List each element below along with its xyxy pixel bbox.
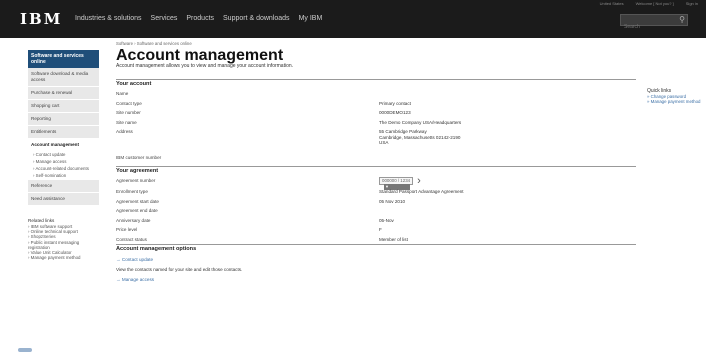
utility-link-country[interactable]: United States [600,0,624,9]
agreement-number-control: 000000 / 1234 ▼ › [379,176,421,190]
sidebar-subitem-contact-update[interactable]: › Contact update [28,152,99,159]
search-input[interactable] [621,22,687,32]
field-label: Agreement start date [116,198,159,204]
scroll-indicator [18,348,32,352]
field-row: Anniversary date 05-Nov [116,218,636,224]
nav-products[interactable]: Products [186,14,214,24]
field-row: Contact type Primary contact [116,101,636,107]
account-options-section: Account management options → Contact upd… [116,244,636,283]
field-value: Member of list [379,236,408,242]
ibm-logo[interactable]: IBM [20,11,62,27]
field-value: 0000DEMO123 [379,110,411,115]
sidebar-item-purchase[interactable]: Purchase & renewal [28,87,99,100]
section-title-your-account: Your account [116,79,636,88]
field-row: Address 55 Cambridge Parkway Cambridge, … [116,129,636,146]
main-content: Software › Software and services online … [116,40,636,283]
sidebar-item-need-assistance[interactable]: Need assistance [28,193,99,206]
sidebar-item-reporting[interactable]: Reporting [28,113,99,126]
field-label: Name [116,91,129,96]
field-row: Agreement start date 05 Nov 2010 [116,199,636,205]
related-link[interactable]: › Public instant messaging registration [28,240,99,250]
field-label: Agreement number [116,178,156,184]
sidebar-item-software-download[interactable]: Software download & media access [28,68,99,87]
sidebar-item-shopping-cart[interactable]: Shopping cart [28,100,99,113]
field-row: Contract status Member of list [116,237,636,243]
address-line: Cambridge, Massachusetts 02142-2190 [379,134,461,140]
field-value: The Demo Company USA/Headquarters [379,119,462,125]
page-title: Account management [116,47,284,64]
sidebar-subitem-self-nomination[interactable]: › Self-nomination [28,173,99,180]
agreement-number-select[interactable]: 000000 / 1234 ▼ [379,177,414,190]
field-row: Site number 0000DEMO123 [116,110,636,116]
go-arrow-icon[interactable]: › [417,176,421,187]
field-label: IBM customer number [116,154,162,160]
field-value: 05-Nov [379,217,394,223]
sidebar: Software and services online Software do… [28,50,99,260]
your-agreement-section: Your agreement Agreement number 000000 /… [116,166,636,242]
sidebar-subitem-documents[interactable]: › Account-related documents [28,166,99,173]
utility-link-signin[interactable]: Sign in [686,0,698,9]
field-row: Enrollment type Standard Passport Advant… [116,189,636,195]
field-row: Site name The Demo Company USA/Headquart… [116,120,636,126]
field-label: Enrollment type [116,189,148,194]
related-link[interactable]: › Manage payment method [28,255,99,260]
field-row: IBM customer number [116,155,636,161]
field-label: Contract status [116,236,147,242]
field-value: Standard Passport Advantage Agreement [379,189,464,194]
nav-services[interactable]: Services [151,14,178,24]
agreement-number-value: 000000 / 1234 [382,178,411,183]
address-value: 55 Cambridge Parkway Cambridge, Massachu… [379,129,460,146]
field-label: Site number [116,110,141,115]
page-description: Account management allows you to view an… [116,63,294,69]
field-value: 05 Nov 2010 [379,198,406,204]
field-label: Site name [116,119,137,125]
field-row: Agreement number 000000 / 1234 ▼ › [116,176,636,190]
field-label: Anniversary date [116,217,151,223]
field-label: Address [116,129,133,134]
quick-link-payment-method[interactable]: » Manage payment method [647,99,706,104]
search-icon[interactable]: ⚲ [679,15,685,25]
nav-industries[interactable]: Industries & solutions [75,14,142,24]
field-value: Primary contact [379,100,411,106]
sidebar-item-entitlements[interactable]: Entitlements [28,126,99,139]
sidebar-item-reference[interactable]: Reference [28,180,99,193]
sidebar-item-account-management[interactable]: Account management [28,139,99,152]
sidebar-header[interactable]: Software and services online [28,50,99,68]
field-label: Price level [116,227,138,232]
main-nav: Industries & solutions Services Products… [75,14,322,24]
quick-links: Quick links » Change password » Manage p… [647,88,706,104]
masthead: United States Welcome [ Not you? ] Sign … [0,0,706,38]
sidebar-subitem-manage-access[interactable]: › Manage access [28,159,99,166]
utility-links: United States Welcome [ Not you? ] Sign … [600,0,706,9]
your-account-section: Your account Name Contact type Primary c… [116,79,636,160]
field-value: F [379,227,382,232]
contact-update-description: View the contacts named for your site an… [116,267,243,272]
contact-update-link[interactable]: → Contact update [116,257,636,263]
nav-my-ibm[interactable]: My IBM [299,14,323,24]
section-title-options: Account management options [116,244,636,253]
field-row: Name [116,91,636,97]
search-box [620,14,688,32]
section-title-your-agreement: Your agreement [116,166,636,175]
field-label: Contact type [116,100,142,106]
utility-link-welcome[interactable]: Welcome [ Not you? ] [636,0,674,9]
field-row: Price level F [116,227,636,233]
field-row: Agreement end date [116,208,636,214]
related-links: Related links › IBM software support › O… [28,218,99,260]
address-line: USA [379,140,389,145]
manage-access-link[interactable]: → Manage access [116,277,636,283]
nav-support[interactable]: Support & downloads [223,14,290,24]
field-label: Agreement end date [116,208,158,213]
